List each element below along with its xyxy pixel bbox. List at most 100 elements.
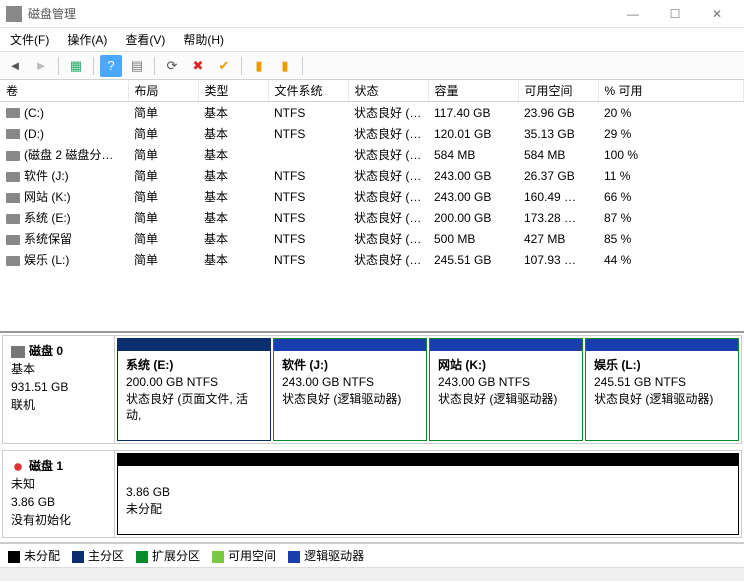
volume-name: 娱乐 (L:)	[24, 253, 69, 267]
volume-status: 状态良好 (…	[348, 249, 428, 270]
volume-row[interactable]: 软件 (J:)简单基本NTFS状态良好 (…243.00 GB26.37 GB1…	[0, 165, 744, 186]
partition-colorbar	[118, 339, 270, 351]
partition-size: 245.51 GB NTFS	[594, 374, 730, 391]
volume-status: 状态良好 (…	[348, 144, 428, 165]
close-button[interactable]: ✕	[696, 1, 738, 27]
delete-button[interactable]: ✖	[187, 55, 209, 77]
check-button[interactable]: ✔	[213, 55, 235, 77]
menu-action[interactable]: 操作(A)	[63, 29, 111, 50]
partition[interactable]: 网站 (K:)243.00 GB NTFS状态良好 (逻辑驱动器)	[429, 338, 583, 441]
volume-layout: 简单	[128, 186, 198, 207]
volume-free: 23.96 GB	[518, 102, 598, 124]
volume-fs: NTFS	[268, 186, 348, 207]
col-type[interactable]: 类型	[198, 80, 268, 102]
volume-name: (C:)	[24, 106, 44, 120]
forward-button[interactable]: ►	[30, 55, 52, 77]
window-controls: — ☐ ✕	[612, 1, 738, 27]
volume-capacity: 500 MB	[428, 228, 518, 249]
volume-fs: NTFS	[268, 102, 348, 124]
tool-2-button[interactable]: ▮	[274, 55, 296, 77]
volume-type: 基本	[198, 144, 268, 165]
volume-row[interactable]: (磁盘 2 磁盘分区 3)简单基本状态良好 (…584 MB584 MB100 …	[0, 144, 744, 165]
partition[interactable]: 系统 (E:)200.00 GB NTFS状态良好 (页面文件, 活动,	[117, 338, 271, 441]
volume-row[interactable]: 娱乐 (L:)简单基本NTFS状态良好 (…245.51 GB107.93 …4…	[0, 249, 744, 270]
volume-free: 173.28 …	[518, 207, 598, 228]
partition-colorbar	[274, 339, 426, 351]
drive-icon	[6, 235, 20, 245]
maximize-button[interactable]: ☐	[654, 1, 696, 27]
volume-status: 状态良好 (…	[348, 123, 428, 144]
menu-view[interactable]: 查看(V)	[121, 29, 169, 50]
volume-pct: 100 %	[598, 144, 744, 165]
col-layout[interactable]: 布局	[128, 80, 198, 102]
volume-layout: 简单	[128, 228, 198, 249]
partition-status: 状态良好 (页面文件, 活动,	[126, 391, 262, 425]
volume-layout: 简单	[128, 102, 198, 124]
partition-unallocated[interactable]: 3.86 GB未分配	[117, 453, 739, 535]
volume-status: 状态良好 (…	[348, 228, 428, 249]
disk-info[interactable]: 磁盘 1未知3.86 GB没有初始化	[3, 451, 115, 537]
toolbar-separator	[154, 57, 155, 75]
menubar: 文件(F) 操作(A) 查看(V) 帮助(H)	[0, 28, 744, 52]
col-volume[interactable]: 卷	[0, 80, 128, 102]
volume-fs: NTFS	[268, 123, 348, 144]
refresh-button[interactable]: ⟳	[161, 55, 183, 77]
col-status[interactable]: 状态	[348, 80, 428, 102]
partition-size: 200.00 GB NTFS	[126, 374, 262, 391]
col-capacity[interactable]: 容量	[428, 80, 518, 102]
partition-size: 3.86 GB	[126, 484, 730, 501]
volume-list-pane[interactable]: 卷 布局 类型 文件系统 状态 容量 可用空间 % 可用 (C:)简单基本NTF…	[0, 80, 744, 333]
disk-row: 磁盘 0基本931.51 GB联机系统 (E:)200.00 GB NTFS状态…	[2, 335, 742, 444]
legend-unallocated: 未分配	[8, 547, 60, 564]
volume-fs: NTFS	[268, 165, 348, 186]
partition[interactable]: 娱乐 (L:)245.51 GB NTFS状态良好 (逻辑驱动器)	[585, 338, 739, 441]
disk-info[interactable]: 磁盘 0基本931.51 GB联机	[3, 336, 115, 443]
drive-icon	[6, 172, 20, 182]
drive-icon	[6, 129, 20, 139]
volume-pct: 85 %	[598, 228, 744, 249]
volume-free: 35.13 GB	[518, 123, 598, 144]
volume-row[interactable]: 系统 (E:)简单基本NTFS状态良好 (…200.00 GB173.28 …8…	[0, 207, 744, 228]
disk-graphical-pane[interactable]: 磁盘 0基本931.51 GB联机系统 (E:)200.00 GB NTFS状态…	[0, 333, 744, 543]
volume-row[interactable]: (C:)简单基本NTFS状态良好 (…117.40 GB23.96 GB20 %	[0, 102, 744, 124]
volume-name: 系统保留	[24, 232, 72, 246]
back-button[interactable]: ◄	[4, 55, 26, 77]
col-fs[interactable]: 文件系统	[268, 80, 348, 102]
volume-layout: 简单	[128, 249, 198, 270]
volume-free: 26.37 GB	[518, 165, 598, 186]
legend: 未分配 主分区 扩展分区 可用空间 逻辑驱动器	[0, 543, 744, 567]
volume-fs	[268, 144, 348, 165]
volume-layout: 简单	[128, 207, 198, 228]
toolbar-separator	[241, 57, 242, 75]
tool-1-button[interactable]: ▮	[248, 55, 270, 77]
partition[interactable]: 软件 (J:)243.00 GB NTFS状态良好 (逻辑驱动器)	[273, 338, 427, 441]
swatch-extended	[136, 551, 148, 563]
col-pctfree[interactable]: % 可用	[598, 80, 744, 102]
minimize-button[interactable]: —	[612, 1, 654, 27]
menu-help[interactable]: 帮助(H)	[179, 29, 228, 50]
volume-name: (磁盘 2 磁盘分区 3)	[24, 148, 127, 162]
col-freespace[interactable]: 可用空间	[518, 80, 598, 102]
drive-icon	[6, 108, 20, 118]
swatch-free	[212, 551, 224, 563]
view-button[interactable]: ▦	[65, 55, 87, 77]
volume-type: 基本	[198, 249, 268, 270]
volume-name: (D:)	[24, 127, 44, 141]
disk-partitions: 系统 (E:)200.00 GB NTFS状态良好 (页面文件, 活动,软件 (…	[115, 336, 741, 443]
volume-pct: 20 %	[598, 102, 744, 124]
disk-icon	[11, 346, 25, 358]
toolbar-separator	[302, 57, 303, 75]
help-button[interactable]: ?	[100, 55, 122, 77]
volume-capacity: 243.00 GB	[428, 186, 518, 207]
menu-file[interactable]: 文件(F)	[6, 29, 53, 50]
warning-icon	[11, 461, 25, 473]
legend-extended: 扩展分区	[136, 547, 200, 564]
volume-name: 软件 (J:)	[24, 169, 69, 183]
volume-type: 基本	[198, 186, 268, 207]
volume-row[interactable]: (D:)简单基本NTFS状态良好 (…120.01 GB35.13 GB29 %	[0, 123, 744, 144]
list-button[interactable]: ▤	[126, 55, 148, 77]
swatch-unallocated	[8, 551, 20, 563]
volume-row[interactable]: 系统保留简单基本NTFS状态良好 (…500 MB427 MB85 %	[0, 228, 744, 249]
volume-capacity: 243.00 GB	[428, 165, 518, 186]
volume-row[interactable]: 网站 (K:)简单基本NTFS状态良好 (…243.00 GB160.49 …6…	[0, 186, 744, 207]
